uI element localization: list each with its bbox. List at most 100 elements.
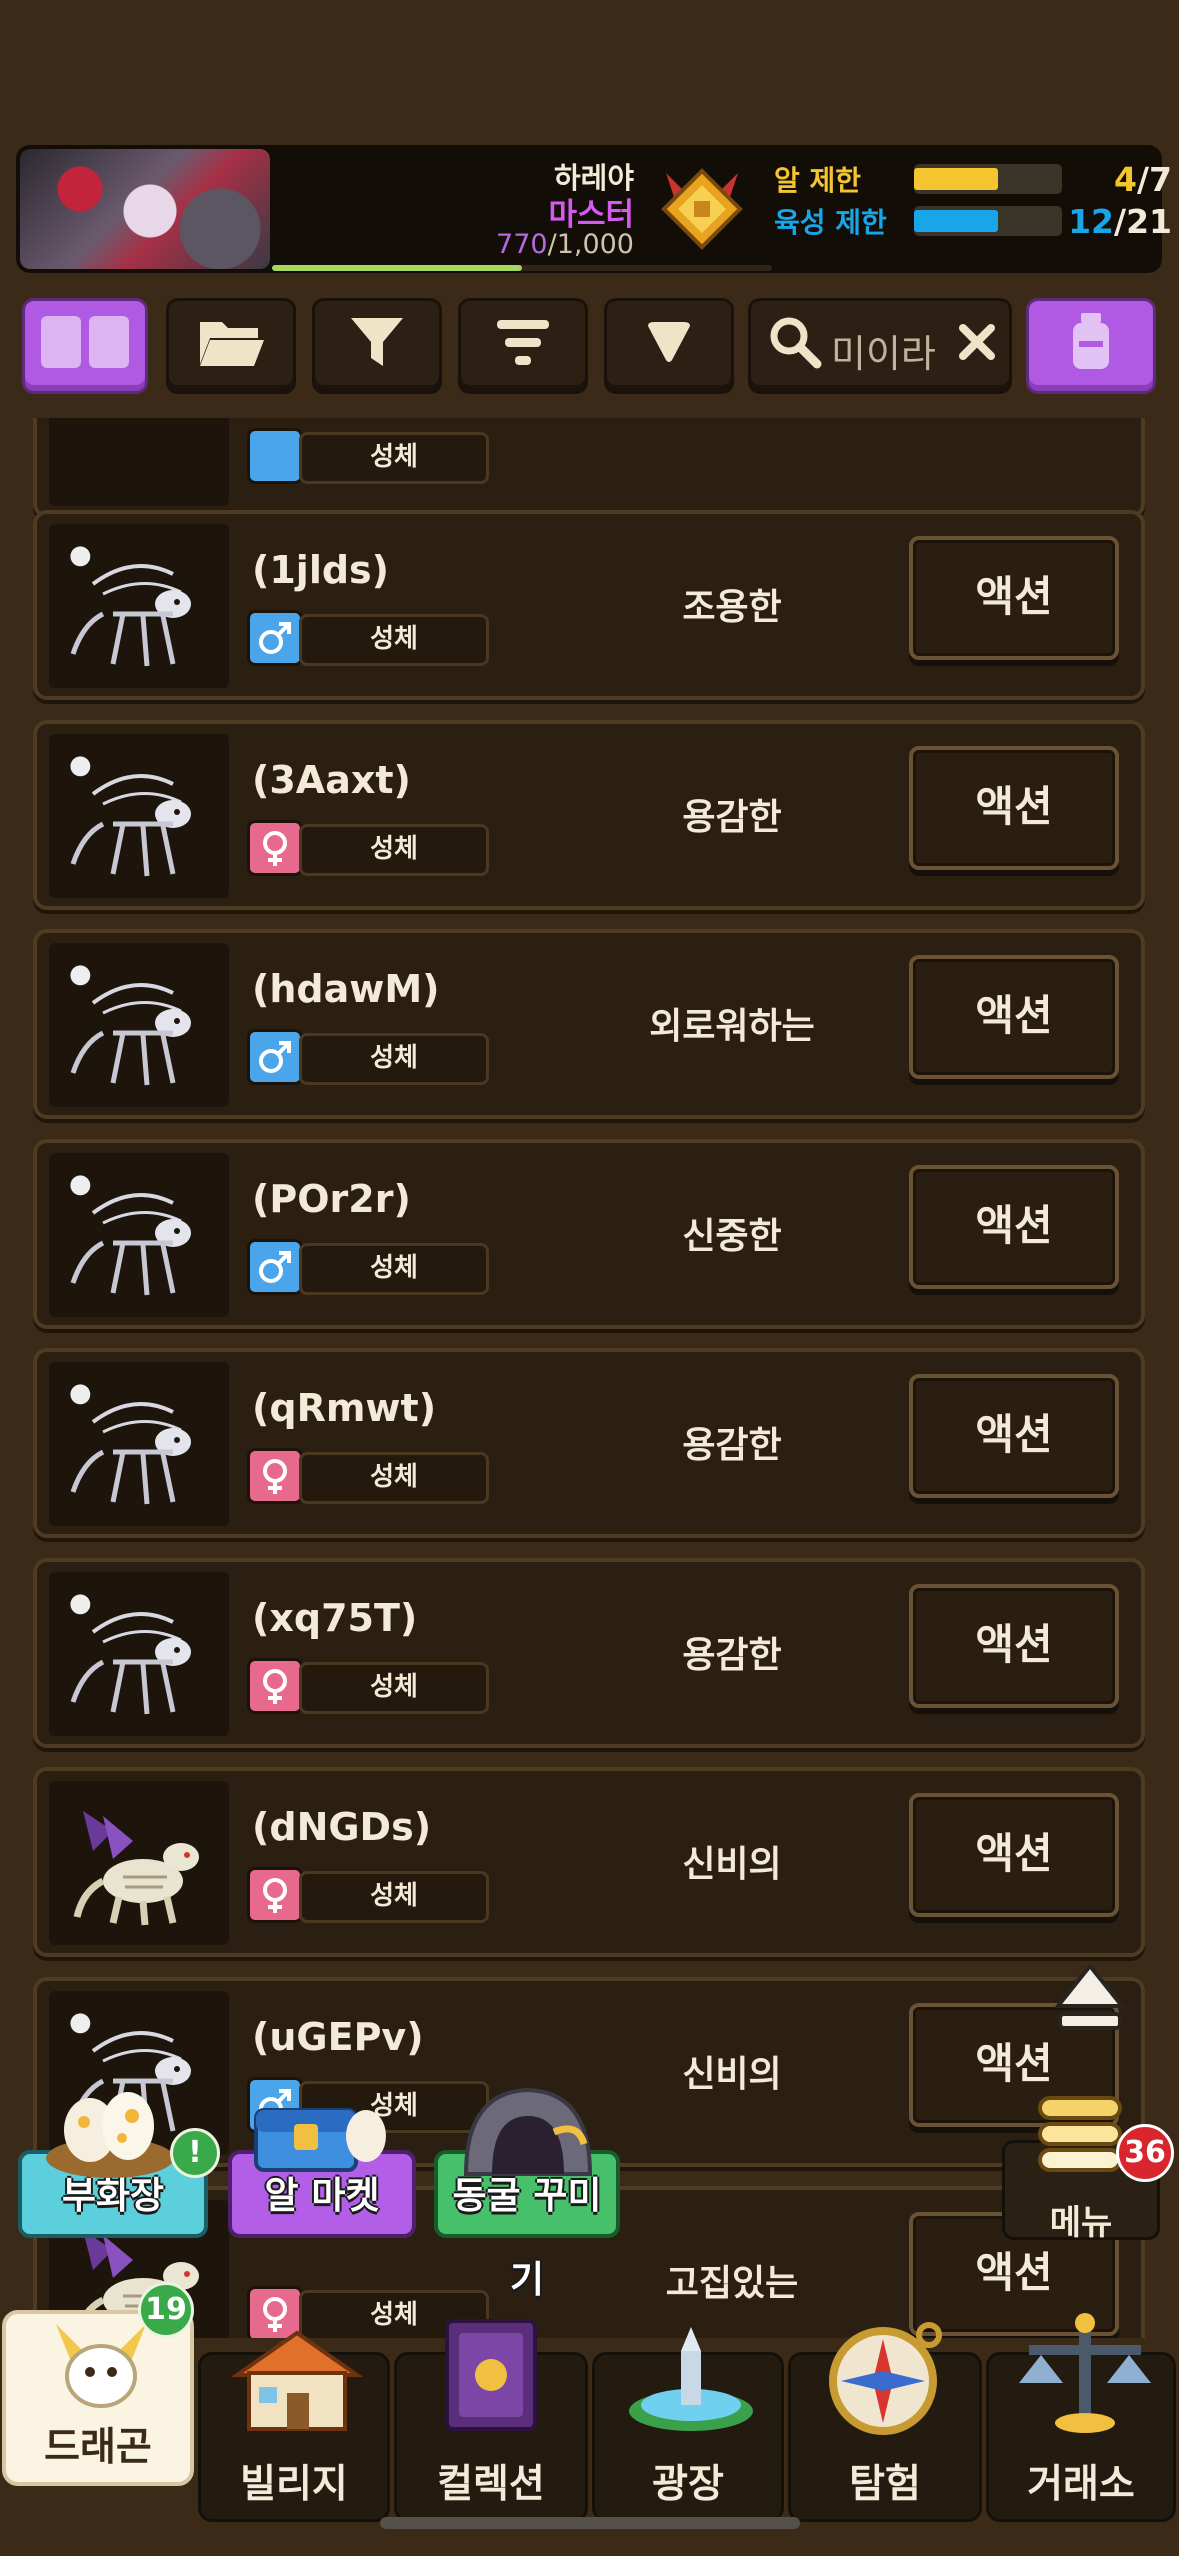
personality-label: 신비의 bbox=[682, 2053, 782, 2095]
personality-label: 신비의 bbox=[682, 1844, 782, 1885]
breed-limit-bar bbox=[914, 206, 1062, 236]
list-item[interactable]: (dNGDs) 성체 신비의 액션 bbox=[33, 1767, 1145, 1957]
exp-counter: 770/1,000 bbox=[496, 229, 634, 260]
skeleton-dragon-icon bbox=[70, 773, 191, 876]
nav-collection[interactable]: 컬렉션 bbox=[394, 2319, 588, 2522]
hatchery-label: 부화장 bbox=[61, 2174, 165, 2217]
egg-nest-icon bbox=[46, 2092, 174, 2178]
stage-label: 성체 bbox=[299, 614, 489, 666]
nav-exchange[interactable]: 거래소 bbox=[986, 2313, 1176, 2522]
filter-button[interactable] bbox=[312, 298, 442, 394]
folder-button[interactable] bbox=[166, 298, 296, 394]
nav-exchange-label: 거래소 bbox=[1027, 2462, 1135, 2507]
dragon-name: (uGEPv) bbox=[252, 2014, 424, 2059]
menu-stack-icon bbox=[1038, 2096, 1122, 2172]
dragon-name: (POr2r) bbox=[252, 1176, 411, 1221]
dragon-name: (dNGDs) bbox=[252, 1805, 432, 1849]
action-button[interactable]: 액션 bbox=[909, 1583, 1119, 1708]
close-icon[interactable] bbox=[957, 322, 997, 362]
list-item[interactable]: ● (POr2r) 성체 신중한 액션 bbox=[33, 1138, 1145, 1329]
menu-badge: 36 bbox=[1116, 2124, 1174, 2182]
action-button[interactable]: 액션 bbox=[909, 745, 1119, 870]
scroll-top-icon[interactable] bbox=[1052, 1960, 1128, 2036]
list-item[interactable]: ● (xq75T) 성체 용감한 액션 bbox=[33, 1557, 1145, 1748]
stage-label: 성체 bbox=[299, 1452, 489, 1504]
player-header: 하레야 마스터 770/1,000 알 제한 4/7 육성 제한 12/21 bbox=[16, 145, 1172, 273]
personality-label: 용감한 bbox=[682, 796, 782, 838]
female-icon bbox=[247, 819, 303, 876]
action-button[interactable]: 액션 bbox=[909, 1374, 1119, 1498]
egg-limit-label: 알 제한 bbox=[774, 164, 862, 197]
list-item[interactable]: ● (hdawM) 성체 외로워하는 액션 bbox=[33, 929, 1145, 1119]
egg-limit-bar bbox=[914, 164, 1062, 194]
potion-button[interactable] bbox=[1026, 298, 1156, 394]
mummy-dragon-icon bbox=[73, 1811, 199, 1926]
skeleton-dragon-icon bbox=[70, 1611, 191, 1714]
personality-label: 고집있는 bbox=[665, 2263, 799, 2304]
sort-icon bbox=[497, 319, 549, 365]
dragon-thumbnail: ● bbox=[49, 733, 229, 898]
list-item[interactable]: ● (qRmwt) 성체 용감한 액션 bbox=[33, 1348, 1145, 1538]
action-button[interactable]: 액션 bbox=[909, 955, 1119, 1079]
egg-market-label: 알 마켓 bbox=[264, 2174, 380, 2217]
list-item[interactable]: ● (1jlds) 성체 조용한 액션 bbox=[33, 510, 1145, 700]
compass-icon bbox=[829, 2322, 942, 2435]
dragon-thumbnail: ● bbox=[49, 1152, 229, 1317]
male-icon bbox=[247, 1238, 303, 1295]
nav-village-label: 빌리지 bbox=[240, 2462, 348, 2507]
favorite-button[interactable] bbox=[604, 298, 734, 394]
nav-explore-label: 탐험 bbox=[849, 2462, 921, 2507]
player-avatar[interactable] bbox=[20, 149, 270, 269]
skeleton-dragon-icon bbox=[70, 1192, 191, 1295]
personality-label: 용감한 bbox=[682, 1425, 782, 1466]
stage-label: 성체 bbox=[299, 1871, 489, 1923]
gender-male-badge bbox=[247, 428, 303, 484]
nav-explore[interactable]: 탐험 bbox=[788, 2322, 982, 2522]
skeleton-dragon-icon bbox=[70, 1402, 191, 1505]
action-button[interactable]: 액션 bbox=[909, 1793, 1119, 1917]
personality-label: 외로워하는 bbox=[649, 1006, 815, 1047]
favorite-icon bbox=[648, 321, 690, 362]
list-item-partial[interactable]: 성체 bbox=[33, 418, 1145, 518]
nav-collection-label: 컬렉션 bbox=[437, 2462, 545, 2507]
nav-plaza[interactable]: 광장 bbox=[592, 2327, 784, 2522]
female-icon bbox=[247, 1867, 303, 1923]
filter-icon bbox=[351, 317, 403, 366]
dragon-name: (qRmwt) bbox=[252, 1386, 437, 1430]
stage-label: 성체 bbox=[299, 823, 489, 876]
dragon-name: (hdawM) bbox=[252, 967, 440, 1011]
action-button[interactable]: 액션 bbox=[909, 536, 1119, 660]
search-input[interactable]: 미이라 bbox=[831, 323, 936, 378]
treasure-chest-icon bbox=[254, 2108, 386, 2172]
female-icon bbox=[247, 1448, 303, 1504]
dragon-list[interactable]: 성체 ● (1jlds) 성체 조용한 액션 ● (3Aaxt) 성체 용감한 액션 ● (hdawM… bbox=[0, 418, 1179, 2338]
breed-limit-row: 육성 제한 12/21 bbox=[774, 201, 1172, 241]
breed-limit-fill bbox=[914, 210, 999, 232]
plaza-fountain-icon bbox=[629, 2327, 753, 2431]
stage-label: 성체 bbox=[299, 1661, 489, 1714]
exp-bar-fill bbox=[272, 265, 523, 271]
dragon-name: (3Aaxt) bbox=[252, 757, 411, 802]
dragon-badge: 19 bbox=[138, 2282, 194, 2338]
nav-plaza-label: 광장 bbox=[652, 2462, 724, 2507]
hatchery-alert-badge: ! bbox=[170, 2128, 220, 2178]
skeleton-dragon-icon bbox=[70, 564, 191, 667]
egg-limit-max: /7 bbox=[1136, 159, 1172, 199]
list-item[interactable]: ● (3Aaxt) 성체 용감한 액션 bbox=[33, 719, 1145, 910]
grid-view-button[interactable] bbox=[22, 298, 148, 394]
breed-limit-current: 12 bbox=[1068, 201, 1115, 241]
action-button[interactable]: 액션 bbox=[909, 1164, 1119, 1289]
sort-button[interactable] bbox=[458, 298, 588, 394]
dragon-name: (xq75T) bbox=[252, 1595, 418, 1640]
search-box[interactable]: 미이라 bbox=[748, 298, 1012, 394]
exp-bar bbox=[272, 265, 772, 271]
nav-village[interactable]: 빌리지 bbox=[198, 2330, 390, 2522]
skeleton-dragon-icon bbox=[70, 983, 191, 1086]
egg-limit-current: 4 bbox=[1114, 159, 1137, 199]
male-icon bbox=[247, 610, 303, 666]
home-indicator bbox=[380, 2517, 800, 2529]
breed-limit-max: /21 bbox=[1114, 201, 1172, 241]
egg-limit-value: 4/7 bbox=[1062, 160, 1172, 199]
player-rank: 마스터 bbox=[548, 197, 634, 233]
village-house-icon bbox=[230, 2330, 364, 2431]
